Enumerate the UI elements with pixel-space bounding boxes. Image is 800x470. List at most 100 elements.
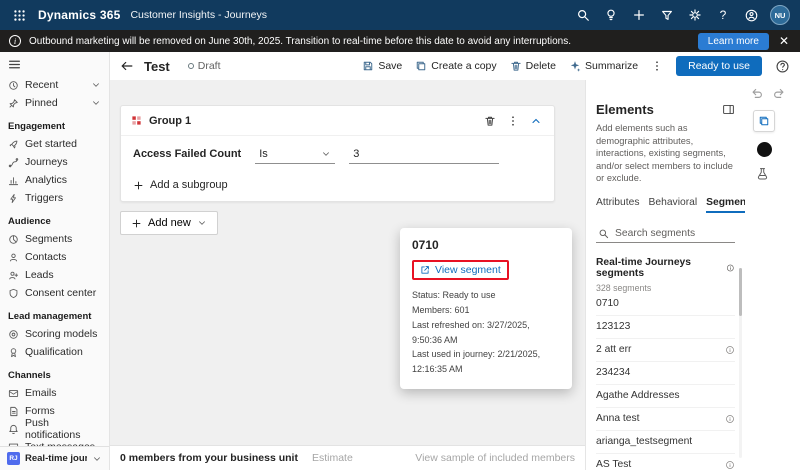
area-icon: RJ (7, 452, 20, 465)
operator-value: Is (259, 148, 268, 160)
sidebar-item-segments[interactable]: Segments (0, 230, 109, 248)
beaker-icon[interactable] (756, 167, 769, 180)
brand-title[interactable]: Dynamics 365 (38, 8, 120, 22)
segment-list-item[interactable]: arianga_testsegment (596, 431, 735, 454)
segment-list-item[interactable]: AS Test (596, 454, 735, 470)
lightbulb-icon[interactable] (602, 6, 620, 24)
segment-list-item[interactable]: 2 att err (596, 339, 735, 362)
app-name[interactable]: Customer Insights - Journeys (130, 9, 267, 21)
group-icon (131, 115, 142, 126)
panel-toggle-icon[interactable] (722, 103, 735, 116)
more-vertical-icon (651, 60, 663, 72)
sidebar-item-label: Push notifications (25, 417, 101, 441)
group-title: Group 1 (149, 115, 475, 127)
segment-list-item[interactable]: Anna test (596, 408, 735, 431)
flyout-metadata: Status: Ready to use Members: 601 Last r… (412, 288, 560, 377)
info-icon[interactable] (725, 345, 735, 355)
view-segment-link[interactable]: View segment (420, 264, 501, 276)
save-label: Save (378, 60, 402, 72)
chevron-down-icon[interactable] (91, 98, 101, 108)
sidebar-item-analytics[interactable]: Analytics (0, 171, 109, 189)
delete-label: Delete (526, 60, 556, 72)
flyout-status: Status: Ready to use (412, 288, 560, 303)
sidebar-item-leads[interactable]: Leads (0, 266, 109, 284)
tab-behavioral[interactable]: Behavioral (649, 197, 698, 213)
banner-close-icon[interactable]: ✕ (777, 34, 791, 48)
sidebar-item-label: Contacts (25, 251, 66, 263)
chevron-down-icon[interactable] (91, 80, 101, 90)
sidebar-item-qualification[interactable]: Qualification (0, 343, 109, 361)
sidebar-item-label: Journeys (25, 156, 68, 168)
add-subgroup-button[interactable]: Add a subgroup (121, 174, 554, 201)
clock-icon (8, 80, 19, 91)
status-label: Draft (198, 60, 221, 72)
condition-value-input[interactable] (349, 145, 499, 164)
sidebar-item-label: Emails (25, 387, 57, 399)
search-icon (598, 228, 609, 239)
sidebar-item-consent-center[interactable]: Consent center (0, 284, 109, 302)
user-avatar[interactable]: NU (770, 5, 790, 25)
sidebar-item-scoring-models[interactable]: Scoring models (0, 325, 109, 343)
learn-more-button[interactable]: Learn more (698, 33, 769, 50)
segments-scrollbar-track[interactable] (739, 268, 742, 458)
add-new-button[interactable]: Add new (120, 211, 218, 235)
undo-redo-group (748, 84, 800, 102)
info-icon[interactable] (725, 414, 735, 424)
group-collapse-chevron-icon[interactable] (528, 113, 544, 129)
target-icon (8, 329, 19, 340)
segment-search-field[interactable] (596, 225, 735, 243)
sidebar-item-label: Scoring models (25, 328, 97, 340)
help-question-icon[interactable]: ? (714, 6, 732, 24)
create-copy-button[interactable]: Create a copy (415, 60, 496, 72)
segment-list-item[interactable]: 0710 (596, 293, 735, 316)
copy-icon (758, 115, 770, 127)
app-launcher-waffle-icon[interactable] (10, 6, 28, 24)
segment-search-input[interactable] (615, 228, 733, 239)
copy-tool-button[interactable] (753, 110, 775, 132)
area-switcher[interactable]: RJ Real-time journeys (0, 446, 109, 470)
view-sample-link[interactable]: View sample of included members (415, 452, 575, 464)
sidebar-item-journeys[interactable]: Journeys (0, 153, 109, 171)
delete-button[interactable]: Delete (510, 60, 556, 72)
plus-icon (131, 218, 142, 229)
undo-icon[interactable] (748, 84, 766, 102)
sidebar-item-triggers[interactable]: Triggers (0, 189, 109, 207)
black-circle-icon[interactable] (757, 142, 772, 157)
sidebar-item-emails[interactable]: Emails (0, 384, 109, 402)
tab-attributes[interactable]: Attributes (596, 197, 640, 213)
save-button[interactable]: Save (362, 60, 402, 72)
segment-list-item[interactable]: 234234 (596, 362, 735, 385)
sidebar-item-get-started[interactable]: Get started (0, 135, 109, 153)
plus-icon (133, 180, 144, 191)
group-more-icon[interactable] (505, 113, 521, 129)
more-commands-button[interactable] (651, 60, 663, 72)
sidebar-item-contacts[interactable]: Contacts (0, 248, 109, 266)
sidebar-item-push-notifications[interactable]: Push notifications (0, 420, 109, 438)
estimate-button[interactable]: Estimate (312, 452, 353, 464)
add-subgroup-label: Add a subgroup (150, 179, 228, 191)
quick-create-plus-icon[interactable] (630, 6, 648, 24)
search-icon[interactable] (574, 6, 592, 24)
sidebar-item-pinned[interactable]: Pinned (0, 94, 109, 112)
segment-list-item[interactable]: 123123 (596, 316, 735, 339)
sidebar-item-label: Get started (25, 138, 77, 150)
ready-to-use-button[interactable]: Ready to use (676, 56, 762, 76)
help-panel-icon[interactable] (775, 59, 790, 74)
elements-panel-header: Elements (596, 102, 735, 117)
segment-name: Anna test (596, 413, 640, 424)
segments-scrollbar-thumb[interactable] (739, 268, 742, 316)
segment-list-item[interactable]: Agathe Addresses (596, 385, 735, 408)
sidebar-collapse-button[interactable] (0, 52, 109, 76)
filter-icon[interactable] (658, 6, 676, 24)
summarize-button[interactable]: Summarize (569, 60, 638, 72)
settings-gear-icon[interactable] (686, 6, 704, 24)
sidebar-item-recent[interactable]: Recent (0, 76, 109, 94)
group-delete-icon[interactable] (482, 113, 498, 129)
operator-dropdown[interactable]: Is (255, 145, 335, 164)
feedback-person-icon[interactable] (742, 6, 760, 24)
redo-icon[interactable] (770, 84, 788, 102)
segments-list-header: Real-time Journeys segments (596, 257, 735, 279)
back-arrow-icon[interactable] (120, 59, 134, 73)
area-label: Real-time journeys (25, 453, 87, 464)
info-icon[interactable] (725, 460, 735, 470)
